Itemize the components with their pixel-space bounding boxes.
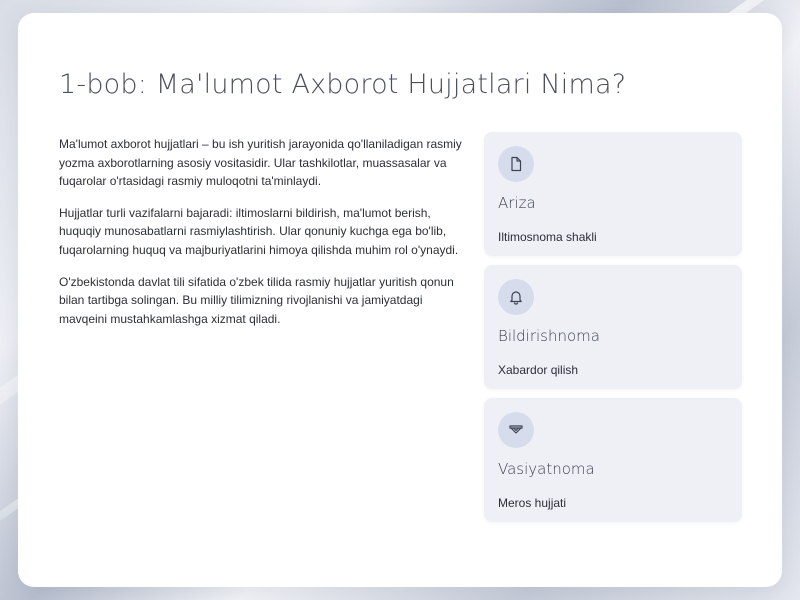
document-type-list: Ariza Iltimosnoma shakli Bildirishnoma X…: [484, 132, 742, 531]
feature-title: Ariza: [498, 194, 536, 212]
intro-paragraph: O'zbekistonda davlat tili sifatida o'zbe…: [59, 274, 454, 326]
intro-text: Ma'lumot axborot hujjatlari – bu ish yur…: [59, 135, 464, 341]
feature-description: Iltimosnoma shakli: [498, 230, 597, 244]
feature-description: Xabardor qilish: [498, 363, 579, 377]
intro-paragraph: Ma'lumot axborot hujjatlari – bu ish yur…: [59, 137, 462, 189]
feature-card-ariza: Ariza Iltimosnoma shakli: [484, 132, 742, 256]
document-icon: [498, 146, 534, 182]
scroll-icon: [498, 412, 534, 448]
content-card: 1-bob: Ma'lumot Axborot Hujjatlari Nima?…: [18, 13, 782, 587]
feature-title: Bildirishnoma: [498, 327, 600, 345]
bell-icon: [498, 279, 534, 315]
feature-title: Vasiyatnoma: [498, 460, 595, 478]
page-title: 1-bob: Ma'lumot Axborot Hujjatlari Nima?: [59, 69, 627, 100]
intro-paragraph: Hujjatlar turli vazifalarni bajaradi: il…: [59, 205, 459, 257]
feature-card-bildirishnoma: Bildirishnoma Xabardor qilish: [484, 265, 742, 389]
feature-card-vasiyatnoma: Vasiyatnoma Meros hujjati: [484, 398, 742, 522]
feature-description: Meros hujjati: [498, 496, 567, 510]
